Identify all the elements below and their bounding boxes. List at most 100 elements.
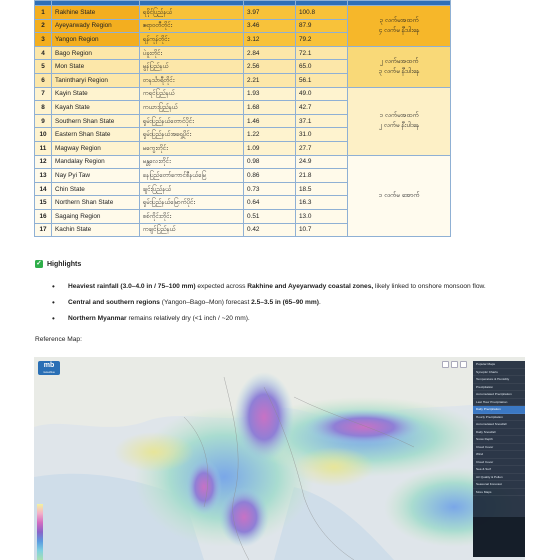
layer-menu-item[interactable]: Snow Depth [473,436,525,444]
highlight-text: remains relatively dry (<1 inch / ~20 mm… [126,315,250,322]
rainfall-category-cell: ၂ လက်မအထက်၃ လက်မ နီးပါးနေ [347,45,451,88]
row-region-myanmar: ရန်ကုန်တိုင်း [139,32,244,47]
row-region-myanmar: ချင်းပြည်နယ် [139,181,244,197]
highlight-bold: Heaviest rainfall (3.0–4.0 in / 75–100 m… [68,283,196,290]
row-region-myanmar: ဧရာဝတီတိုင်း [139,18,244,34]
row-millimeters: 16.3 [295,195,348,210]
layer-menu-item[interactable]: Last Hour Precipitation [473,399,525,406]
table-row: 1 Rakhine State ရခိုင်ပြည်နယ် 3.97 100.8 ၃ လက… [34,5,451,47]
row-region-myanmar: တနင်္သာရီတိုင်း [139,72,244,88]
row-region: Chin State [51,181,140,197]
row-millimeters: 49.0 [295,86,348,102]
row-inches: 1.22 [243,127,296,142]
row-inches: 2.56 [243,59,296,74]
row-millimeters: 27.7 [295,140,348,156]
layer-menu-item[interactable]: Accumulated Snowfall [473,421,525,429]
row-region-myanmar: ကယားပြည်နယ် [139,100,244,115]
row-region-myanmar: မန္တလေးတိုင်း [139,154,244,170]
row-inches: 0.64 [243,195,296,210]
layer-menu-item[interactable]: Popular Maps [473,361,525,369]
row-number: 17 [34,222,52,238]
row-region: Yangon Region [51,32,140,47]
highlight-text: (Yangon–Bago–Mon) forecast [159,299,252,306]
layer-menu-item[interactable]: Seasonal Forecast [473,481,525,489]
checkbox-icon: ✓ [35,260,43,268]
row-region-myanmar: ရခိုင်ပြည်နယ် [139,5,244,20]
row-millimeters: 24.9 [295,154,348,170]
row-number: 15 [34,195,52,210]
row-number: 12 [34,154,52,170]
row-inches: 3.97 [243,5,296,20]
row-region: Tanintharyi Region [51,72,140,88]
row-inches: 0.86 [243,168,296,183]
row-number: 11 [34,140,52,156]
layer-menu-item[interactable]: Air Quality & Pollen [473,474,525,481]
category-line: ၁ လက်မအထက် [379,112,419,120]
row-inches: 1.09 [243,140,296,156]
row-region: Kachin State [51,222,140,238]
row-region: Mandalay Region [51,154,140,170]
row-region: Eastern Shan State [51,127,140,142]
layer-menu-item[interactable]: Precipitation [473,384,525,391]
row-region-myanmar: မကွေးတိုင်း [139,140,244,156]
row-region: Bago Region [51,45,140,61]
row-number: 5 [34,59,52,74]
row-millimeters: 21.8 [295,168,348,183]
row-inches: 1.68 [243,100,296,115]
row-region: Nay Pyi Taw [51,168,140,183]
logo-text: mb [43,362,55,369]
row-number: 9 [34,113,52,129]
highlight-bold: Northern Myanmar [68,315,127,322]
layer-menu-item[interactable]: Wind [473,451,525,459]
layer-menu-item[interactable]: Accumulated Precipitation [473,391,525,399]
row-region-myanmar: ရှမ်းပြည်နယ်တောင်ပိုင်း [139,113,244,129]
zoom-in-button[interactable] [442,361,449,368]
rainfall-category-cell: ၁ လက်မ အောက် [347,154,451,238]
rainfall-table: 1 Rakhine State ရခိုင်ပြည်နယ် 3.97 100.8 ၃ လက… [34,0,451,238]
layer-menu-item[interactable]: Daily Snowfall [473,429,525,436]
rainfall-table-container: 1 Rakhine State ရခိုင်ပြည်နယ် 3.97 100.8 ၃ လက… [34,0,451,238]
row-region-myanmar: ရှမ်းပြည်နယ်အရှေ့ပိုင်း [139,127,244,142]
highlight-bold: 2.5–3.5 in (65–90 mm) [251,299,319,306]
highlight-item: Central and southern regions (Yangon–Bag… [52,298,542,314]
row-number: 4 [34,45,52,61]
precipitation-legend [37,504,43,560]
row-millimeters: 56.1 [295,72,348,88]
rainfall-category-cell: ၃ လက်မအထက်၄ လက်မ နီးပါးနေ [347,5,451,47]
highlights-list: Heaviest rainfall (3.0–4.0 in / 75–100 m… [52,282,542,330]
layer-menu-item[interactable]: Synoptic Charts [473,369,525,376]
layer-menu-item[interactable]: Hourly Precipitation [473,414,525,421]
row-region: Rakhine State [51,5,140,20]
logo-subtext: meteoblue [43,371,55,374]
layer-menu-item[interactable]: Sea & Surf [473,466,525,474]
row-number: 2 [34,18,52,34]
rainfall-category-cell: ၁ လက်မအထက်၂ လက်မ နီးပါးနေ [347,86,451,156]
highlight-text: expected across [195,283,248,290]
highlight-item: Northern Myanmar remains relatively dry … [52,314,542,330]
layer-menu-item[interactable]: More Maps [473,489,525,496]
table-row: 12 Mandalay Region မန္တလေးတိုင်း 0.98 24.9 ၁ … [34,154,451,238]
row-region-myanmar: စစ်ကိုင်းတိုင်း [139,208,244,224]
row-inches: 0.73 [243,181,296,197]
layer-menu-item[interactable]: Temperature & Humidity [473,376,525,384]
row-millimeters: 72.1 [295,45,348,61]
table-row: 4 Bago Region ပဲခူးတိုင်း 2.84 72.1 ၂ လက်မအထက… [34,45,451,88]
category-line: ၂ လက်မအထက် [379,57,419,65]
layer-menu-item[interactable]: Daily Precipitation [473,406,525,414]
highlight-bold: Rakhine and Ayeyarwady coastal zones, [247,283,374,290]
precipitation-map-graphic [34,357,525,560]
row-millimeters: 10.7 [295,222,348,238]
panel-footer [473,517,525,557]
row-inches: 2.21 [243,72,296,88]
reference-map[interactable]: mb meteoblue Popular Maps Synoptic Charts T… [34,357,525,560]
highlight-text: likely linked to onshore monsoon flow. [373,283,486,290]
layer-menu-item[interactable]: Cloud Cover [473,459,525,466]
row-millimeters: 42.7 [295,100,348,115]
layer-menu-item[interactable]: Cloud Cover [473,444,525,451]
row-inches: 0.98 [243,154,296,170]
highlight-bold: Central and southern regions [68,299,160,306]
row-inches: 1.93 [243,86,296,102]
zoom-out-button[interactable] [451,361,458,368]
highlights-heading: ✓ Highlights [35,260,81,268]
fullscreen-button[interactable] [460,361,467,368]
